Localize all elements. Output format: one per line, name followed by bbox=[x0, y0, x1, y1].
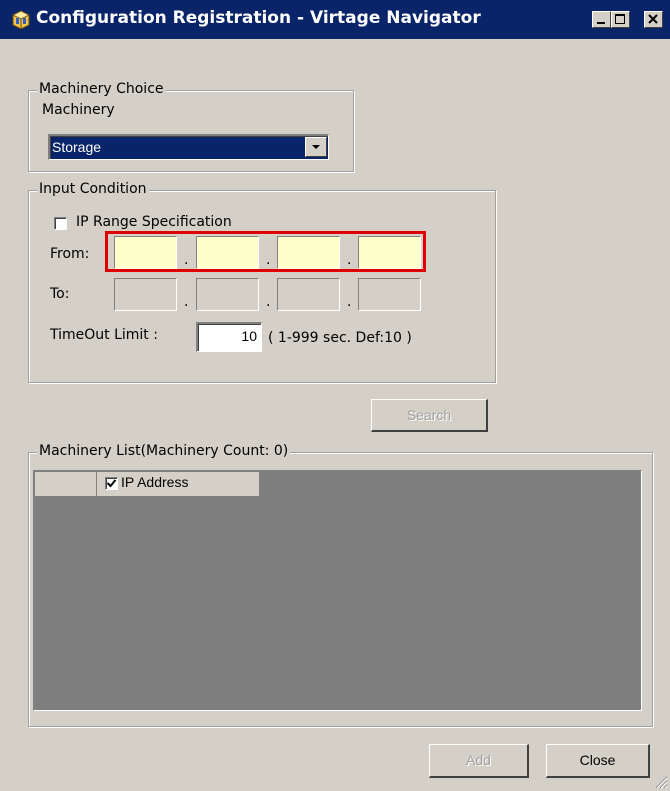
row-header-corner bbox=[35, 472, 97, 497]
to-octet-2[interactable] bbox=[196, 278, 259, 311]
maximize-button[interactable] bbox=[611, 11, 630, 28]
ip-address-column-header[interactable]: IP Address bbox=[97, 472, 260, 497]
timeout-label: TimeOut Limit : bbox=[50, 327, 158, 343]
machinery-select[interactable]: Storage bbox=[48, 134, 329, 160]
search-button[interactable]: Search bbox=[371, 399, 488, 432]
machinery-choice-legend: Machinery Choice bbox=[37, 81, 166, 97]
timeout-hint: ( 1-999 sec. Def:10 ) bbox=[268, 330, 412, 346]
machinery-list-legend: Machinery List(Machinery Count: 0) bbox=[37, 443, 291, 459]
machinery-label: Machinery bbox=[42, 102, 115, 118]
to-octet-1[interactable] bbox=[114, 278, 177, 311]
input-condition-legend: Input Condition bbox=[37, 181, 149, 197]
ip-address-column-label: IP Address bbox=[121, 474, 189, 490]
ip-range-label: IP Range Specification bbox=[76, 214, 232, 230]
chevron-down-icon bbox=[312, 145, 320, 149]
from-ip-highlight bbox=[105, 231, 426, 272]
machinery-list-grid[interactable]: IP Address bbox=[33, 470, 642, 711]
timeout-value: 10 bbox=[241, 328, 257, 344]
to-label: To: bbox=[50, 286, 70, 302]
close-button[interactable]: Close bbox=[546, 744, 650, 778]
close-icon bbox=[648, 14, 658, 24]
octet-separator: . bbox=[266, 294, 271, 310]
select-all-checkbox[interactable] bbox=[105, 477, 118, 490]
close-window-button[interactable] bbox=[644, 11, 663, 28]
to-octet-4[interactable] bbox=[358, 278, 421, 311]
ip-range-checkbox[interactable] bbox=[54, 217, 67, 230]
checkmark-icon bbox=[106, 479, 117, 488]
minimize-button[interactable] bbox=[592, 11, 611, 28]
timeout-input[interactable]: 10 bbox=[196, 322, 262, 352]
maximize-icon bbox=[615, 14, 625, 24]
app-cube-icon bbox=[12, 10, 30, 30]
octet-separator: . bbox=[184, 294, 189, 310]
window-title: Configuration Registration - Virtage Nav… bbox=[36, 8, 481, 28]
to-octet-3[interactable] bbox=[277, 278, 340, 311]
machinery-selected-value: Storage bbox=[52, 139, 102, 155]
resize-grip-icon[interactable] bbox=[654, 775, 668, 789]
minimize-icon bbox=[597, 22, 605, 24]
add-button[interactable]: Add bbox=[429, 744, 529, 778]
configuration-registration-window: Configuration Registration - Virtage Nav… bbox=[0, 0, 670, 791]
title-bar[interactable]: Configuration Registration - Virtage Nav… bbox=[0, 0, 670, 39]
from-label: From: bbox=[50, 246, 90, 262]
dropdown-button[interactable] bbox=[305, 137, 327, 157]
octet-separator: . bbox=[347, 294, 352, 310]
